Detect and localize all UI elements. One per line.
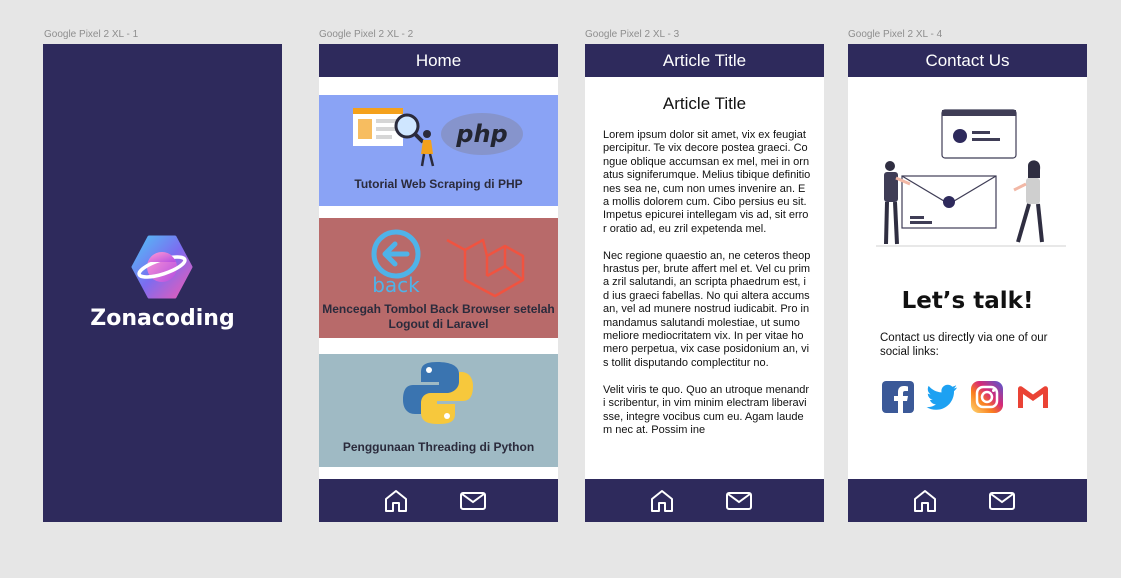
bottom-nav	[319, 479, 558, 522]
home-screen: Home php Tutorial Web Scraping di PHP ba…	[319, 44, 558, 522]
splash-screen: Zonacoding	[43, 44, 282, 522]
article-card-python[interactable]: Penggunaan Threading di Python	[319, 354, 558, 467]
frame-label-4: Google Pixel 2 XL - 4	[848, 29, 943, 40]
home-icon[interactable]	[912, 488, 938, 514]
php-logo-icon: php	[441, 113, 523, 155]
instagram-icon[interactable]	[970, 380, 1004, 414]
frame-label-1: Google Pixel 2 XL - 1	[44, 29, 139, 40]
article-card-laravel[interactable]: back Mencegah Tombol Back Browser setela…	[319, 218, 558, 338]
article-body: Lorem ipsum dolor sit amet, vix ex feugi…	[603, 129, 811, 479]
bottom-nav	[848, 479, 1087, 522]
python-logo-icon	[403, 362, 473, 424]
facebook-icon[interactable]	[881, 380, 915, 414]
contact-screen: Contact Us Let’s talk! Contact us direct…	[848, 44, 1087, 522]
article-header: Article Title	[585, 44, 824, 77]
card-title: Tutorial Web Scraping di PHP	[354, 177, 523, 191]
mail-icon[interactable]	[989, 488, 1015, 514]
home-icon[interactable]	[383, 488, 409, 514]
home-icon[interactable]	[649, 488, 675, 514]
article-paragraph: Velit viris te quo. Quo an utroque menan…	[603, 383, 810, 436]
planet-logo-icon	[131, 235, 193, 299]
article-paragraph: Nec regione quaestio an, ne ceteros theo…	[603, 249, 811, 369]
bottom-nav	[585, 479, 824, 522]
article-heading: Article Title	[662, 94, 747, 113]
svg-text:back: back	[372, 273, 420, 294]
twitter-icon[interactable]	[925, 380, 959, 414]
page-title: Contact Us	[925, 51, 1010, 70]
card-title: Penggunaan Threading di Python	[342, 440, 535, 454]
mail-icon[interactable]	[726, 488, 752, 514]
svg-text:php: php	[455, 120, 507, 148]
article-paragraph: Lorem ipsum dolor sit amet, vix ex feugi…	[603, 129, 811, 235]
contact-heading: Let’s talk!	[901, 288, 1034, 314]
back-arrow-icon: back	[371, 229, 421, 294]
brand-name: Zonacoding	[90, 306, 235, 331]
contact-header: Contact Us	[848, 44, 1087, 77]
page-title: Article Title	[662, 51, 747, 70]
article-card-php[interactable]: php Tutorial Web Scraping di PHP	[319, 95, 558, 206]
contact-illustration-icon	[876, 109, 1066, 247]
frame-label-3: Google Pixel 2 XL - 3	[585, 29, 680, 40]
laravel-logo-icon	[446, 238, 525, 298]
page-title: Home	[415, 51, 462, 70]
mail-icon[interactable]	[460, 488, 486, 514]
card-title: Mencegah Tombol Back Browser setelah Log…	[322, 302, 555, 331]
contact-description: Contact us directly via one of our socia…	[880, 332, 1048, 358]
home-header: Home	[319, 44, 558, 77]
article-screen: Article Title Article Title Lorem ipsum …	[585, 44, 824, 522]
frame-label-2: Google Pixel 2 XL - 2	[319, 29, 414, 40]
gmail-icon[interactable]	[1016, 380, 1050, 414]
web-scraping-illustration-icon	[353, 108, 435, 167]
